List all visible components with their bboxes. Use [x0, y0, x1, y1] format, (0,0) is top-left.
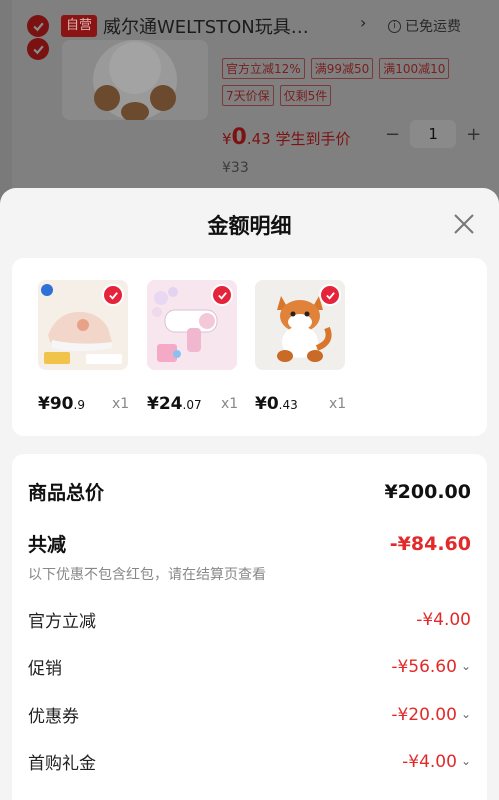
product-price: ¥0.43 [255, 394, 298, 414]
promo-tag: 7天价保 [222, 85, 274, 106]
product-item[interactable]: ¥90.9 x1 [38, 280, 138, 414]
product-price: ¥24.07 [147, 394, 202, 414]
selected-check [211, 284, 233, 306]
product-quantity: x1 [112, 396, 130, 412]
price-summary: 商品总价 ¥200.00 共减 -¥84.60 以下优惠不包含红包，请在结算页查… [12, 454, 487, 800]
selected-check [319, 284, 341, 306]
total-label: 商品总价 [28, 482, 105, 504]
info-icon: i [388, 19, 401, 33]
promotion-tags: 官方立减12% 满99减50 满100减10 7天价保 仅剩5件 [222, 58, 462, 106]
shop-name[interactable]: 威尔通WELTSTON玩具… [103, 13, 309, 39]
price-label: 学生到手价 [275, 130, 351, 148]
plus-button[interactable]: + [466, 124, 481, 145]
discount-item-value: -¥4.00 [402, 751, 457, 772]
check-icon [32, 22, 44, 31]
discount-item-row[interactable]: 促销 -¥56.60 ⌄ [28, 654, 471, 680]
chevron-down-icon[interactable]: ⌄ [461, 754, 471, 768]
discount-item-row[interactable]: 首购礼金 -¥4.00 ⌄ [28, 749, 471, 775]
discount-item-label: 官方立减 [28, 612, 96, 632]
quantity-stepper: − 1 + [385, 120, 481, 148]
price-integer: ¥0 [255, 394, 279, 414]
price-integer: 0 [231, 125, 247, 150]
check-icon [32, 45, 44, 54]
discount-item-label: 促销 [28, 659, 62, 679]
chevron-right-icon[interactable]: › [360, 13, 366, 32]
fox-plush-icon [93, 40, 177, 120]
chevron-down-icon[interactable]: ⌄ [461, 707, 471, 721]
promo-tag: 官方立减12% [222, 58, 305, 79]
item-select-checkbox[interactable] [27, 38, 49, 60]
discount-item-label: 优惠券 [28, 707, 79, 727]
promo-tag: 满100减10 [379, 58, 450, 79]
product-image[interactable] [255, 280, 345, 370]
product-image[interactable] [38, 280, 128, 370]
free-shipping-label: 已免运费 [405, 19, 461, 35]
product-item[interactable]: ¥24.07 x1 [147, 280, 247, 414]
total-value: ¥200.00 [384, 480, 471, 503]
discount-value: -¥84.60 [389, 532, 471, 555]
shop-select-checkbox[interactable] [27, 15, 49, 37]
self-operated-badge: 自营 [61, 15, 98, 37]
product-price: ¥90.9 [38, 394, 85, 414]
price-integer: ¥90 [38, 394, 74, 414]
check-icon [108, 291, 118, 300]
discount-item-row[interactable]: 优惠券 -¥20.00 ⌄ [28, 702, 471, 728]
check-icon [217, 291, 227, 300]
product-quantity: x1 [329, 396, 347, 412]
discount-item-value-wrap: -¥20.00 ⌄ [391, 705, 471, 725]
discount-item-value-wrap: -¥4.00 ⌄ [402, 752, 471, 772]
discount-item-value: -¥56.60 [391, 656, 457, 677]
total-row: 商品总价 ¥200.00 [28, 478, 471, 505]
student-price: ¥0.43 学生到手价 [222, 125, 351, 150]
discount-item-value-wrap: -¥56.60 ⌄ [391, 657, 471, 677]
price-integer: ¥24 [147, 394, 183, 414]
currency-symbol: ¥ [222, 130, 232, 148]
price-decimal: .43 [246, 130, 271, 148]
amount-detail-sheet: 金额明细 ¥90.9 x1 ¥24.07 x1 ¥0.43 x1 商品总价 ¥2… [0, 188, 499, 800]
quantity-input[interactable]: 1 [410, 120, 457, 148]
close-icon[interactable] [452, 212, 476, 236]
discount-item-label: 首购礼金 [28, 754, 96, 774]
minus-button[interactable]: − [385, 124, 400, 145]
product-list: ¥90.9 x1 ¥24.07 x1 ¥0.43 x1 [12, 258, 487, 436]
sheet-title: 金额明细 [207, 214, 292, 238]
discount-label: 共减 [28, 534, 67, 556]
cart-background: 自营 威尔通WELTSTON玩具… › i 已免运费 官方立减12% 满99减5… [0, 0, 499, 220]
selected-check [102, 284, 124, 306]
discount-row: 共减 -¥84.60 [28, 530, 471, 557]
price-decimal: .9 [73, 398, 85, 412]
price-decimal: .07 [182, 398, 202, 412]
product-thumbnail[interactable] [62, 40, 208, 120]
discount-item-value: -¥4.00 [416, 609, 471, 630]
discount-item-row: 官方立减 -¥4.00 [28, 607, 471, 633]
promo-tag: 仅剩5件 [279, 85, 332, 106]
price-decimal: .43 [278, 398, 298, 412]
promo-tag: 满99减50 [310, 58, 374, 79]
discount-note: 以下优惠不包含红包，请在结算页查看 [28, 567, 266, 583]
product-image[interactable] [147, 280, 237, 370]
free-shipping-status[interactable]: i 已免运费 [388, 16, 461, 36]
check-icon [325, 291, 335, 300]
product-quantity: x1 [221, 396, 239, 412]
discount-item-value: -¥20.00 [391, 704, 457, 725]
original-price: ¥33 [222, 160, 249, 176]
product-item[interactable]: ¥0.43 x1 [255, 280, 355, 414]
chevron-down-icon[interactable]: ⌄ [461, 659, 471, 673]
